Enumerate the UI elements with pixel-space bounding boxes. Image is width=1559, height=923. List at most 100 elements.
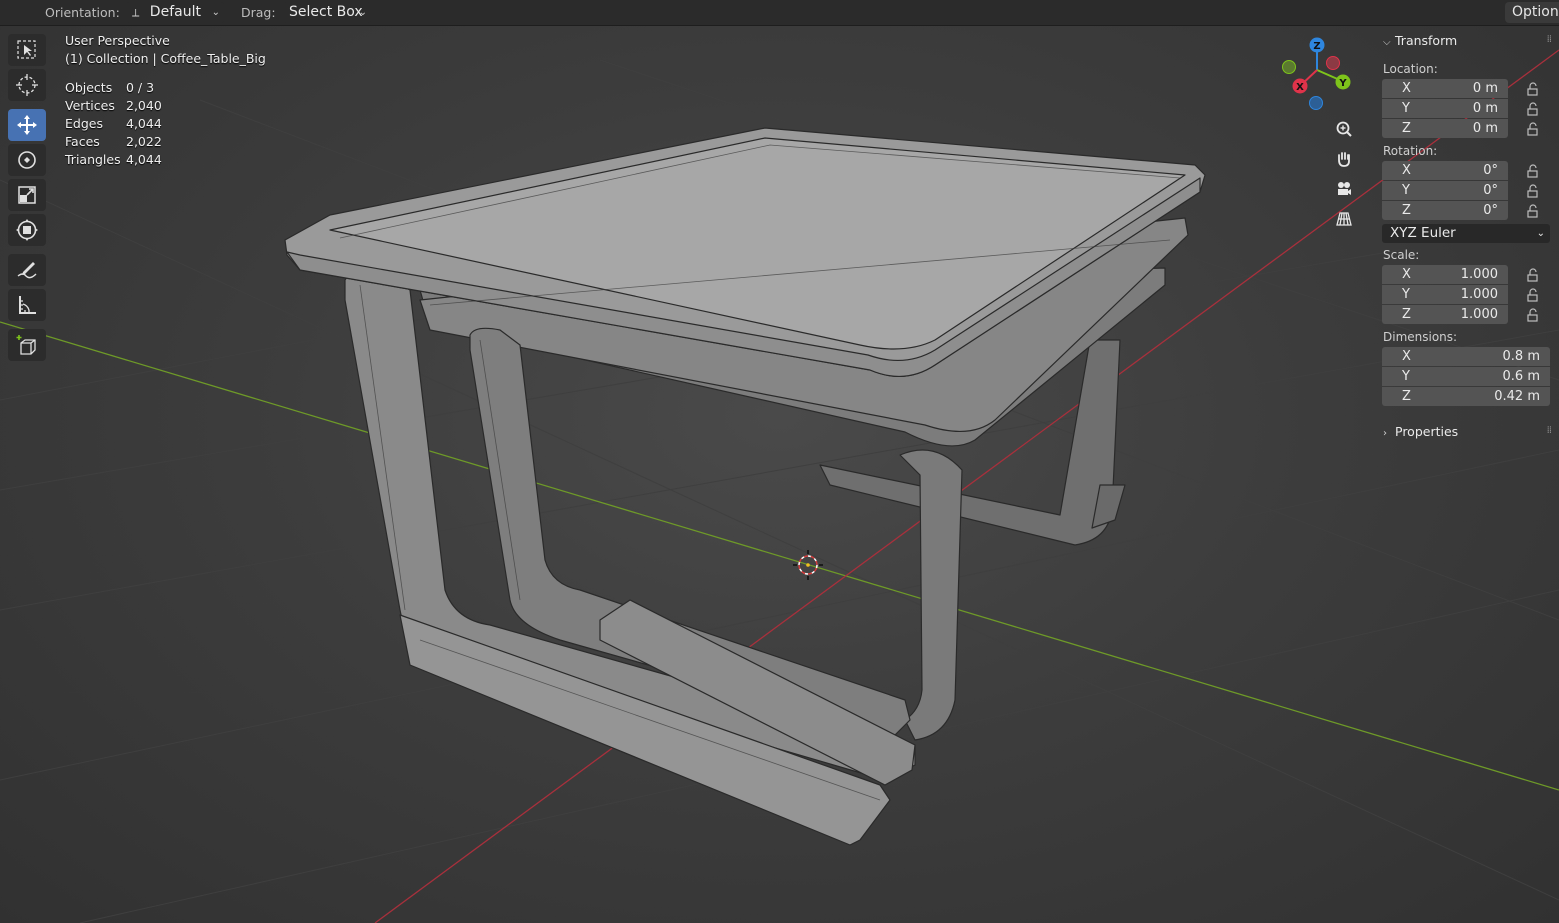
pan-button[interactable] <box>1332 147 1356 171</box>
location-z-field[interactable]: Z 0 m <box>1382 119 1508 138</box>
stat-label: Vertices <box>65 98 115 113</box>
location-y-field[interactable]: Y 0 m <box>1382 99 1508 118</box>
lock-icon[interactable] <box>1526 184 1540 198</box>
scale-x-field[interactable]: X 1.000 <box>1382 265 1508 284</box>
add-cube-icon <box>16 335 36 355</box>
stat-value: 2,040 <box>126 98 162 113</box>
transform-section-header[interactable]: ⌵ Transform <box>1383 33 1457 48</box>
location-x-field[interactable]: X 0 m <box>1382 79 1508 98</box>
field-value: 0° <box>1483 163 1498 178</box>
lock-icon[interactable] <box>1526 122 1540 136</box>
orientation-label: Orientation: <box>45 5 120 20</box>
select-box-icon <box>17 40 36 59</box>
rotate-icon <box>18 151 36 169</box>
coffee-table-model <box>284 127 1206 846</box>
annotate-pencil-icon <box>17 262 37 279</box>
lock-icon[interactable] <box>1526 204 1540 218</box>
camera-view-button[interactable] <box>1332 177 1356 201</box>
move-arrows-icon <box>17 115 37 135</box>
lock-icon[interactable] <box>1526 102 1540 116</box>
lock-icon[interactable] <box>1526 308 1540 322</box>
axis-label: X <box>1402 267 1411 282</box>
properties-section-header[interactable]: › Properties <box>1383 424 1458 439</box>
pan-hand-icon <box>1338 152 1350 167</box>
stat-value: 4,044 <box>126 152 162 167</box>
view-name: User Perspective <box>65 33 170 48</box>
orientation-dropdown[interactable]: ⟂ Default ⌄ <box>126 2 224 23</box>
grid-perspective-icon <box>1336 212 1352 226</box>
chevron-down-icon: ⌵ <box>1383 37 1391 48</box>
scale-y-field[interactable]: Y 1.000 <box>1382 285 1508 304</box>
field-value: 1.000 <box>1460 287 1498 302</box>
axis-label: X <box>1402 81 1411 96</box>
drag-dropdown[interactable]: Select Box ⌄ <box>283 2 371 23</box>
lock-icon[interactable] <box>1526 164 1540 178</box>
stat-value: 0 / 3 <box>126 80 155 95</box>
options-button[interactable]: Options <box>1505 2 1559 23</box>
measure-tool[interactable] <box>8 289 46 321</box>
field-value: 0.6 m <box>1502 369 1540 384</box>
field-value: 0.8 m <box>1502 349 1540 364</box>
annotate-tool[interactable] <box>8 254 46 286</box>
add-cube-tool[interactable] <box>8 329 46 361</box>
chevron-down-icon: ⌄ <box>358 7 367 18</box>
3d-viewport[interactable]: User Perspective (1) Collection | Coffee… <box>0 26 1559 923</box>
dimensions-x-field[interactable]: X 0.8 m <box>1382 347 1550 366</box>
dimensions-label: Dimensions: <box>1383 330 1458 344</box>
stat-label: Triangles <box>65 152 121 167</box>
field-value: 0 m <box>1472 121 1498 136</box>
lock-icon[interactable] <box>1526 288 1540 302</box>
transform-tool[interactable] <box>8 214 46 246</box>
scale-tool[interactable] <box>8 179 46 211</box>
chevron-down-icon: ⌄ <box>1536 228 1545 239</box>
rotation-x-field[interactable]: X 0° <box>1382 161 1508 180</box>
axis-label: Y <box>1402 369 1410 384</box>
field-value: 1.000 <box>1460 267 1498 282</box>
svg-text:X: X <box>1296 82 1304 93</box>
3d-cursor <box>793 550 823 580</box>
field-value: 0° <box>1483 203 1498 218</box>
rotation-label: Rotation: <box>1383 144 1438 158</box>
axis-label: Z <box>1402 389 1411 404</box>
lock-icon[interactable] <box>1526 82 1540 96</box>
rotation-mode-dropdown[interactable]: XYZ Euler ⌄ <box>1382 224 1550 243</box>
transform-icon <box>16 219 38 241</box>
drag-grip-icon[interactable]: ⁞⁞ <box>1547 34 1552 45</box>
field-value: 0.42 m <box>1494 389 1540 404</box>
measure-ruler-icon <box>19 296 36 314</box>
drag-grip-icon[interactable]: ⁞⁞ <box>1547 425 1552 436</box>
chevron-right-icon: › <box>1383 428 1387 439</box>
axis-label: X <box>1402 163 1411 178</box>
field-value: 0 m <box>1472 101 1498 116</box>
scale-z-field[interactable]: Z 1.000 <box>1382 305 1508 324</box>
drag-label: Drag: <box>241 5 276 20</box>
gizmo-y-axis: Y <box>1335 74 1351 90</box>
scale-icon <box>18 186 36 204</box>
rotation-y-field[interactable]: Y 0° <box>1382 181 1508 200</box>
zoom-button[interactable] <box>1332 117 1356 141</box>
gizmo-z-axis: Z <box>1309 37 1325 53</box>
axis-label: X <box>1402 349 1411 364</box>
dimensions-y-field[interactable]: Y 0.6 m <box>1382 367 1550 386</box>
drag-value: Select Box <box>289 4 363 20</box>
orientation-value: Default <box>149 4 201 20</box>
rotation-mode-value: XYZ Euler <box>1390 225 1456 241</box>
field-value: 1.000 <box>1460 307 1498 322</box>
location-label: Location: <box>1383 62 1438 76</box>
navigation-gizmo[interactable]: Z Y X <box>1276 36 1356 116</box>
lock-icon[interactable] <box>1526 268 1540 282</box>
stat-label: Faces <box>65 134 100 149</box>
perspective-toggle-button[interactable] <box>1332 207 1356 231</box>
collection-line: (1) Collection | Coffee_Table_Big <box>65 51 266 66</box>
axis-label: Z <box>1402 203 1411 218</box>
scene-canvas[interactable] <box>0 26 1559 923</box>
select-box-tool[interactable] <box>8 34 46 66</box>
dimensions-z-field[interactable]: Z 0.42 m <box>1382 387 1550 406</box>
axis-label: Y <box>1402 101 1410 116</box>
axis-label: Z <box>1402 121 1411 136</box>
rotation-z-field[interactable]: Z 0° <box>1382 201 1508 220</box>
axis-label: Y <box>1402 287 1410 302</box>
cursor-tool[interactable] <box>8 69 46 101</box>
move-tool[interactable] <box>8 109 46 141</box>
rotate-tool[interactable] <box>8 144 46 176</box>
